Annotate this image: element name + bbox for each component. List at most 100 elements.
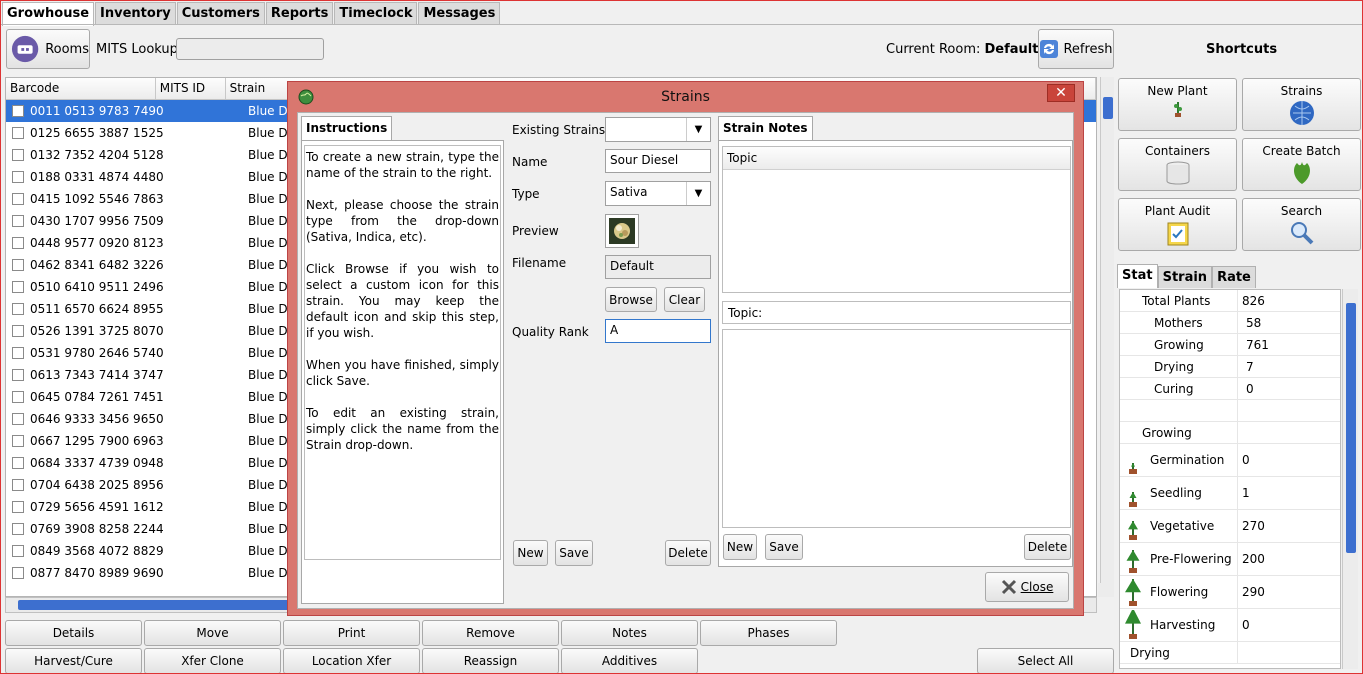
row-checkbox[interactable] bbox=[12, 391, 24, 403]
name-input[interactable]: Sour Diesel bbox=[605, 149, 711, 173]
row-barcode: 0849 3568 4072 8829 bbox=[30, 544, 164, 558]
chevron-down-icon[interactable]: ▼ bbox=[686, 182, 710, 205]
note-textarea[interactable] bbox=[722, 329, 1071, 528]
tab-rate[interactable]: Rate bbox=[1212, 266, 1256, 288]
row-barcode: 0769 3908 8258 2244 bbox=[30, 522, 164, 536]
tab-reports[interactable]: Reports bbox=[265, 2, 334, 24]
plant-stage-icon bbox=[1125, 610, 1141, 639]
shortcut-containers-button[interactable]: Containers bbox=[1118, 138, 1237, 191]
strains-dialog: Strains ✕ Instructions To create a new s… bbox=[287, 81, 1084, 616]
grid-vertical-scrollbar[interactable] bbox=[1100, 77, 1114, 597]
tab-strain[interactable]: Strain bbox=[1157, 266, 1213, 288]
bottom-button-harvest-cure[interactable]: Harvest/Cure bbox=[5, 648, 142, 674]
bottom-button-print[interactable]: Print bbox=[283, 620, 420, 646]
bottom-button-move[interactable]: Move bbox=[144, 620, 281, 646]
strain-new-button[interactable]: New bbox=[513, 540, 548, 566]
rooms-button[interactable]: Rooms bbox=[6, 29, 90, 69]
bottom-button-notes[interactable]: Notes bbox=[561, 620, 698, 646]
row-checkbox[interactable] bbox=[12, 457, 24, 469]
bottom-button-phases[interactable]: Phases bbox=[700, 620, 837, 646]
tab-timeclock[interactable]: Timeclock bbox=[334, 2, 418, 24]
stat-row: Pre-Flowering 200 bbox=[1120, 543, 1340, 576]
strain-preview-image[interactable] bbox=[605, 214, 639, 248]
row-checkbox[interactable] bbox=[12, 567, 24, 579]
header-mits-id[interactable]: MITS ID bbox=[156, 78, 226, 99]
header-barcode[interactable]: Barcode bbox=[6, 78, 156, 99]
row-checkbox[interactable] bbox=[12, 259, 24, 271]
shortcut-plant-audit-button[interactable]: Plant Audit bbox=[1118, 198, 1237, 251]
row-checkbox[interactable] bbox=[12, 237, 24, 249]
row-checkbox[interactable] bbox=[12, 105, 24, 117]
grid-scroll-thumb[interactable] bbox=[1103, 97, 1113, 119]
row-checkbox[interactable] bbox=[12, 369, 24, 381]
refresh-button[interactable]: Refresh bbox=[1038, 29, 1114, 69]
note-save-button[interactable]: Save bbox=[765, 534, 803, 560]
stat-vertical-scrollbar[interactable] bbox=[1342, 289, 1358, 669]
topic-column-header[interactable]: Topic bbox=[723, 147, 1070, 170]
tab-strain-notes[interactable]: Strain Notes bbox=[718, 116, 813, 140]
type-select[interactable]: Sativa ▼ bbox=[605, 181, 711, 206]
existing-strains-select[interactable]: ▼ bbox=[605, 117, 711, 142]
bottom-button-reassign[interactable]: Reassign bbox=[422, 648, 559, 674]
stat-row: Vegetative 270 bbox=[1120, 510, 1340, 543]
row-checkbox[interactable] bbox=[12, 215, 24, 227]
stat-scroll-thumb[interactable] bbox=[1346, 303, 1356, 553]
row-checkbox[interactable] bbox=[12, 171, 24, 183]
tab-instructions[interactable]: Instructions bbox=[301, 116, 393, 140]
row-checkbox[interactable] bbox=[12, 435, 24, 447]
row-checkbox[interactable] bbox=[12, 303, 24, 315]
strain-delete-button[interactable]: Delete bbox=[665, 540, 711, 566]
row-checkbox[interactable] bbox=[12, 193, 24, 205]
browse-button[interactable]: Browse bbox=[605, 287, 657, 312]
row-checkbox[interactable] bbox=[12, 523, 24, 535]
close-button[interactable]: Close bbox=[985, 572, 1069, 602]
row-checkbox[interactable] bbox=[12, 347, 24, 359]
shortcut-strains-button[interactable]: Strains bbox=[1242, 78, 1361, 131]
bottom-button-details[interactable]: Details bbox=[5, 620, 142, 646]
shortcut-new-plant-button[interactable]: New Plant bbox=[1118, 78, 1237, 131]
row-checkbox[interactable] bbox=[12, 325, 24, 337]
shortcut-search-button[interactable]: Search bbox=[1242, 198, 1361, 251]
row-checkbox[interactable] bbox=[12, 479, 24, 491]
row-checkbox[interactable] bbox=[12, 149, 24, 161]
row-barcode: 0511 6570 6624 8955 bbox=[30, 302, 164, 316]
tab-growhouse[interactable]: Growhouse bbox=[2, 2, 95, 26]
row-checkbox[interactable] bbox=[12, 413, 24, 425]
stat-value: 58 bbox=[1246, 315, 1262, 330]
mits-lookup-input[interactable] bbox=[176, 38, 324, 60]
grid-scroll-down-arrow[interactable] bbox=[1098, 583, 1114, 597]
tab-customers[interactable]: Customers bbox=[176, 2, 265, 24]
tab-messages[interactable]: Messages bbox=[418, 2, 501, 24]
quality-rank-input[interactable]: A bbox=[605, 319, 711, 343]
container-icon bbox=[1119, 160, 1236, 189]
row-checkbox[interactable] bbox=[12, 501, 24, 513]
note-delete-button[interactable]: Delete bbox=[1024, 534, 1071, 560]
stat-row: Growing 761 bbox=[1120, 334, 1340, 356]
bottom-button-additives[interactable]: Additives bbox=[561, 648, 698, 674]
bottom-button-xfer-clone[interactable]: Xfer Clone bbox=[144, 648, 281, 674]
current-room-value: Default bbox=[984, 42, 1039, 57]
row-checkbox[interactable] bbox=[12, 281, 24, 293]
topic-field[interactable]: Topic: bbox=[722, 301, 1071, 324]
strain-save-button[interactable]: Save bbox=[555, 540, 593, 566]
chevron-down-icon[interactable]: ▼ bbox=[686, 118, 710, 141]
rooms-label: Rooms bbox=[45, 41, 89, 57]
shortcut-create-batch-button[interactable]: Create Batch bbox=[1242, 138, 1361, 191]
topic-list[interactable]: Topic bbox=[722, 146, 1071, 293]
row-checkbox[interactable] bbox=[12, 545, 24, 557]
stat-label: Pre-Flowering bbox=[1150, 552, 1232, 566]
row-checkbox[interactable] bbox=[12, 127, 24, 139]
tab-stat[interactable]: Stat bbox=[1117, 264, 1158, 288]
dialog-close-x-button[interactable]: ✕ bbox=[1047, 84, 1075, 102]
bottom-button-location-xfer[interactable]: Location Xfer bbox=[283, 648, 420, 674]
stat-row: Germination 0 bbox=[1120, 444, 1340, 477]
stat-value: 290 bbox=[1242, 585, 1265, 599]
current-room: Current Room: Default bbox=[886, 42, 1038, 57]
bottom-button-remove[interactable]: Remove bbox=[422, 620, 559, 646]
tab-inventory[interactable]: Inventory bbox=[95, 2, 176, 24]
note-new-button[interactable]: New bbox=[723, 534, 757, 560]
clear-button[interactable]: Clear bbox=[664, 287, 705, 312]
select-all-button[interactable]: Select All bbox=[977, 648, 1114, 674]
instructions-text: To create a new strain, type the name of… bbox=[304, 145, 501, 560]
scrollbar-thumb[interactable] bbox=[18, 600, 298, 610]
